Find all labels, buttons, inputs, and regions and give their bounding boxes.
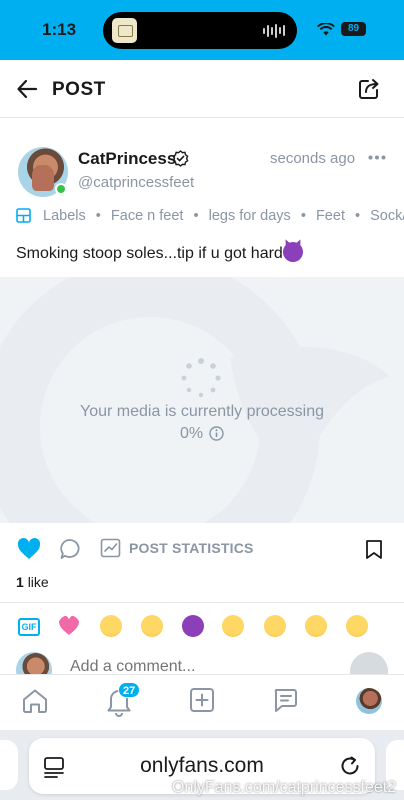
smiling-hearts-emoji[interactable] [100, 615, 122, 637]
now-playing-thumbnail [112, 18, 137, 43]
post-text: Smoking stoop soles...tip if u got hard [16, 242, 303, 263]
info-icon[interactable] [209, 426, 224, 441]
author-handle[interactable]: @catprincessfeet [78, 174, 194, 191]
labels-title[interactable]: Labels [43, 208, 86, 224]
loading-spinner-icon [181, 358, 221, 398]
logo-watermark [0, 277, 390, 523]
label-chip[interactable]: Sock/sho [370, 208, 404, 224]
beaming-emoji[interactable] [305, 615, 327, 637]
more-options-icon[interactable] [368, 155, 386, 160]
labels-row: Labels • Face n feet • legs for days • F… [16, 208, 404, 230]
bottom-navigation: 27 [0, 674, 404, 730]
post-statistics-button[interactable]: POST STATISTICS [100, 538, 254, 558]
status-time: 1:13 [42, 20, 77, 39]
online-status-dot [55, 183, 67, 195]
send-icon[interactable] [350, 652, 388, 674]
profile-avatar[interactable] [356, 688, 382, 714]
label-chip[interactable]: legs for days [209, 208, 291, 224]
audio-wave-icon [263, 23, 285, 38]
dynamic-island[interactable] [103, 12, 297, 49]
post-statistics-label: POST STATISTICS [129, 540, 254, 556]
url-text: onlyfans.com [140, 754, 264, 777]
processing-progress: 0% [0, 425, 404, 443]
post-header: POST [0, 60, 404, 118]
post-text-content: Smoking stoop soles...tip if u got hard [16, 245, 283, 262]
processing-message: Your media is currently processing [80, 403, 324, 420]
comment-bubble-icon[interactable] [59, 538, 81, 560]
likes-number: 1 [16, 574, 24, 590]
comment-input[interactable] [70, 658, 330, 674]
create-post-icon[interactable] [189, 687, 215, 713]
grin-emoji[interactable] [264, 615, 286, 637]
labels-icon [16, 208, 31, 223]
status-bar: 1:13 89 [0, 0, 404, 60]
notifications-badge: 27 [118, 682, 141, 698]
user-avatar [16, 652, 52, 674]
back-arrow-icon[interactable] [16, 78, 38, 100]
messages-icon[interactable] [272, 687, 298, 713]
comment-composer [0, 648, 404, 674]
verified-badge-icon [172, 150, 189, 167]
gif-icon[interactable]: GIF [18, 618, 40, 636]
kiss-emoji[interactable] [222, 615, 244, 637]
eye-roll-emoji[interactable] [141, 615, 163, 637]
tears-of-joy-emoji[interactable] [346, 615, 368, 637]
page-title: POST [52, 79, 106, 100]
battery-indicator: 89 [341, 22, 366, 36]
label-chip[interactable]: Feet [316, 208, 345, 224]
wifi-icon [317, 23, 335, 36]
bookmark-icon[interactable] [365, 539, 383, 560]
pink-heart-emoji[interactable] [58, 615, 80, 637]
progress-percent: 0% [179, 425, 204, 442]
watermark-text: OnlyFans.com/catprincessfeet2 [172, 779, 397, 796]
label-chip[interactable]: Face n feet [111, 208, 184, 224]
reload-icon[interactable] [339, 755, 361, 777]
devil-emoji-icon [282, 242, 303, 262]
divider [0, 602, 404, 603]
statistics-chart-icon [100, 538, 121, 558]
previous-tab[interactable] [0, 740, 18, 790]
devil-emoji[interactable] [182, 615, 204, 637]
heart-like-icon[interactable] [17, 538, 41, 560]
likes-count[interactable]: 1 like [16, 574, 49, 590]
media-placeholder [0, 277, 404, 523]
home-icon[interactable] [21, 687, 49, 715]
emoji-quick-bar: GIF [0, 612, 404, 642]
post-timestamp: seconds ago [270, 150, 356, 167]
share-icon[interactable] [358, 78, 380, 100]
author-name[interactable]: CatPrincess [78, 149, 176, 169]
likes-label: like [27, 574, 49, 590]
